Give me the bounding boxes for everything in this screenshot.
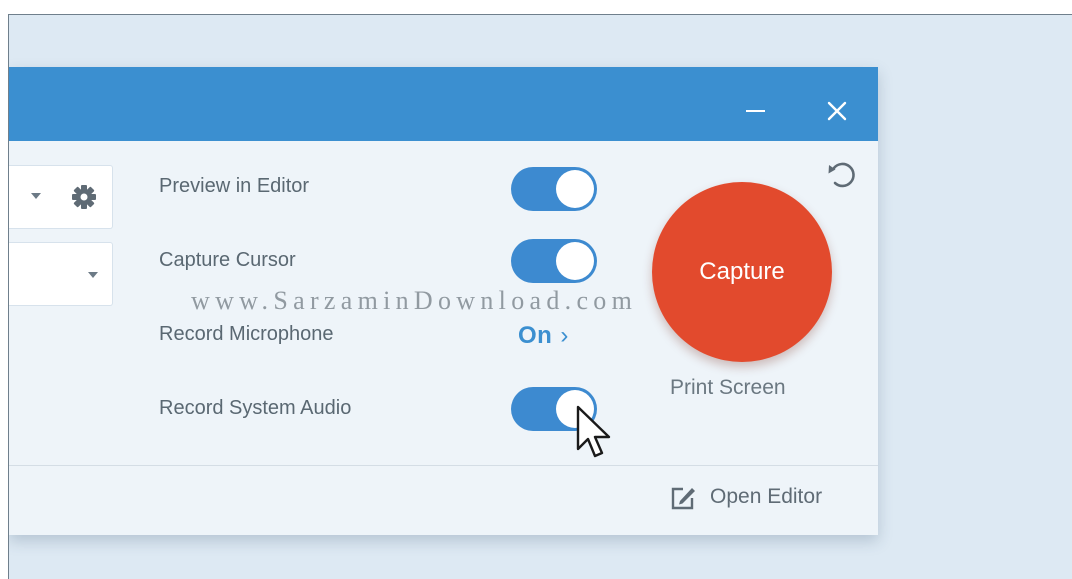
capture-hotkey-label: Print Screen	[670, 376, 786, 399]
title-bar	[9, 67, 878, 141]
footer-divider	[9, 465, 878, 466]
option-label-preview-in-editor: Preview in Editor	[159, 175, 310, 197]
chevron-down-icon	[88, 272, 98, 278]
chevron-right-icon: ›	[560, 322, 569, 349]
toggle-knob	[556, 170, 594, 208]
reset-button[interactable]	[825, 157, 861, 193]
edit-icon	[671, 487, 695, 510]
preview-in-editor-toggle[interactable]	[511, 167, 597, 211]
minimize-icon	[746, 110, 765, 112]
toggle-knob	[556, 242, 594, 280]
minimize-button[interactable]	[736, 81, 776, 127]
option-label-record-system-audio: Record System Audio	[159, 397, 352, 419]
reset-icon	[828, 162, 855, 188]
record-system-audio-toggle[interactable]	[511, 387, 597, 431]
share-destination-dropdown[interactable]	[9, 242, 113, 306]
option-label-record-microphone: Record Microphone	[159, 323, 334, 345]
record-microphone-setting-link[interactable]: On ›	[518, 322, 569, 350]
capture-window: Preview in Editor Capture Cursor Record …	[9, 67, 878, 535]
open-editor-label: Open Editor	[710, 485, 823, 508]
close-button[interactable]	[816, 81, 856, 127]
gear-icon	[72, 185, 96, 209]
capture-cursor-toggle[interactable]	[511, 239, 597, 283]
desktop-background: Preview in Editor Capture Cursor Record …	[8, 14, 1072, 579]
close-icon	[827, 101, 847, 121]
toggle-knob	[556, 390, 594, 428]
chevron-down-icon	[31, 193, 41, 199]
record-microphone-value: On	[518, 322, 553, 349]
settings-button[interactable]	[69, 182, 99, 212]
capture-button[interactable]: Capture	[652, 182, 832, 362]
capture-mode-dropdown[interactable]	[9, 165, 113, 229]
option-label-capture-cursor: Capture Cursor	[159, 249, 296, 271]
